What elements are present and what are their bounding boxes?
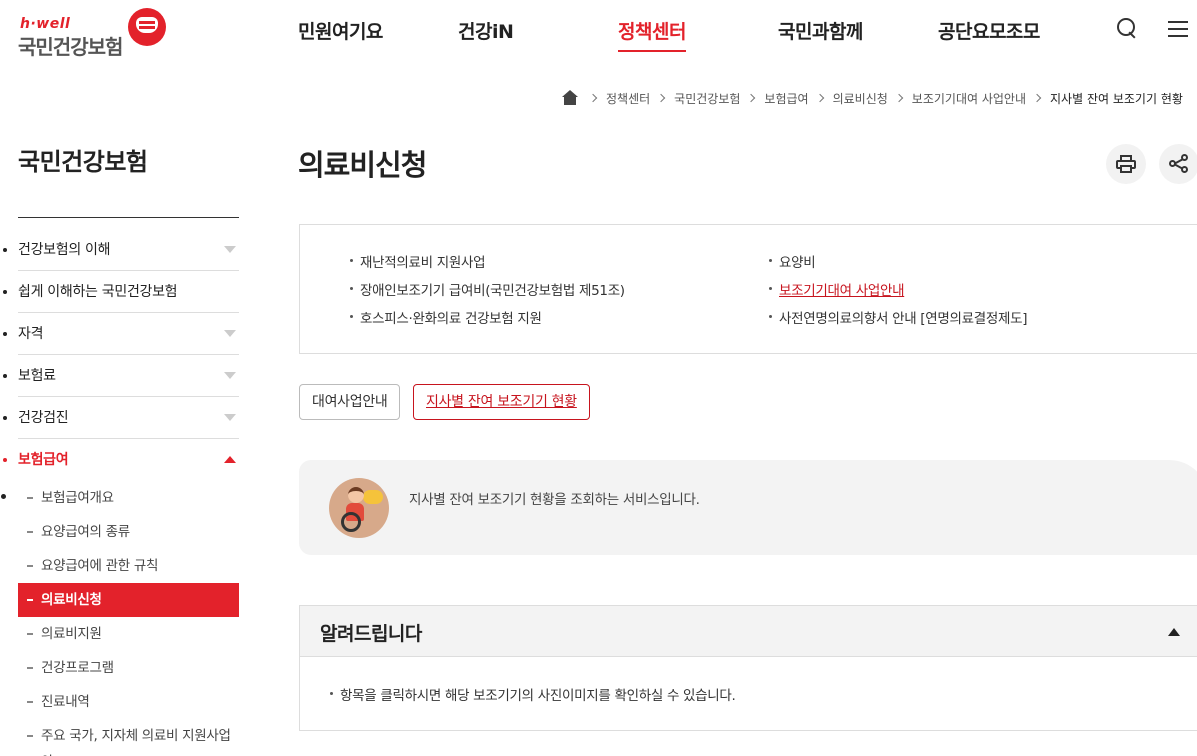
logo-tagline: h·well <box>20 16 71 32</box>
gnb-item-policy[interactable]: 정책센터 <box>618 17 686 52</box>
gnb-item-about[interactable]: 공단요모조모 <box>938 17 1040 44</box>
submenu-item[interactable]: 주요 국가, 지자체 의료비 지원사업 <box>18 719 239 753</box>
chevron-right-icon <box>894 93 904 103</box>
service-info-box: 지사별 잔여 보조기기 현황을 조회하는 서비스입니다. <box>299 460 1197 555</box>
related-link[interactable]: 호스피스·완화의료 건강보험 지원 <box>348 307 625 335</box>
related-link[interactable]: 장애인보조기기 급여비(국민건강보험법 제51조) <box>348 279 625 307</box>
related-links-box: 재난적의료비 지원사업 장애인보조기기 급여비(국민건강보험법 제51조) 호스… <box>299 224 1197 354</box>
submenu-item[interactable]: 보험급여개요 <box>18 481 239 515</box>
submenu-item[interactable]: 진료내역 <box>18 685 239 719</box>
notice-accordion-body: 항목을 클릭하시면 해당 보조기기의 사진이미지를 확인하실 수 있습니다. <box>299 657 1197 731</box>
sidebar-item-label: 자격 <box>18 326 44 342</box>
chevron-right-icon <box>815 93 824 103</box>
sidebar-title: 국민건강보험 <box>18 148 148 176</box>
caret-up-icon[interactable] <box>1168 628 1180 636</box>
breadcrumb-item[interactable]: 보조기기대여 사업안내 <box>912 90 1026 107</box>
tab-rental-guide[interactable]: 대여사업안내 <box>299 384 401 420</box>
sidebar-item-label: 쉽게 이해하는 국민건강보험 <box>18 284 178 300</box>
logo-text: 국민건강보험 <box>18 35 123 59</box>
sidebar-item-checkup[interactable]: 건강검진 <box>18 397 239 439</box>
logo-mark-icon <box>128 8 166 46</box>
gnb-item-civil[interactable]: 민원여기요 <box>298 17 383 44</box>
submenu-item-active[interactable]: 의료비신청 <box>18 583 239 617</box>
notice-accordion-header[interactable]: 알려드립니다 <box>299 605 1197 657</box>
chevron-down-icon <box>224 414 236 421</box>
sidebar-item-label: 보험급여 <box>18 452 69 468</box>
breadcrumb-item[interactable]: 정책센터 <box>606 90 650 107</box>
wheelchair-user-icon <box>329 478 389 538</box>
page-title: 의료비신청 <box>298 148 427 182</box>
breadcrumb-current[interactable]: 지사별 잔여 보조기기 현황 <box>1050 90 1183 107</box>
chevron-right-icon <box>1032 93 1042 103</box>
chevron-right-icon <box>656 93 666 103</box>
chevron-right-icon <box>747 93 756 103</box>
print-button[interactable] <box>1106 144 1146 184</box>
related-link[interactable]: 재난적의료비 지원사업 <box>348 251 625 279</box>
chevron-right-icon <box>588 93 598 103</box>
gnb-item-together[interactable]: 국민과함께 <box>778 17 863 44</box>
submenu-item[interactable]: 의료비지원 <box>18 617 239 651</box>
sidebar-item-label: 보험료 <box>18 368 56 384</box>
related-links-left: 재난적의료비 지원사업 장애인보조기기 급여비(국민건강보험법 제51조) 호스… <box>348 251 625 335</box>
related-link-active[interactable]: 보조기기대여 사업안내 <box>767 279 1027 307</box>
notice-text: 항목을 클릭하시면 해당 보조기기의 사진이미지를 확인하실 수 있습니다. <box>330 684 736 704</box>
chevron-down-icon <box>224 246 236 253</box>
breadcrumb: 정책센터 국민건강보험 보험급여 의료비신청 보조기기대여 사업안내 지사별 잔… <box>562 88 1183 108</box>
related-link[interactable]: 요양비 <box>767 251 1027 279</box>
sidebar-divider <box>18 217 239 218</box>
gnb-item-health-in[interactable]: 건강iN <box>458 17 514 44</box>
notice-title: 알려드립니다 <box>320 623 422 645</box>
submenu-item[interactable]: 요양급여에 관한 규칙 <box>18 549 239 583</box>
tab-branch-inventory[interactable]: 지사별 잔여 보조기기 현황 <box>413 384 590 420</box>
sidebar-item-benefits[interactable]: 보험급여 <box>18 439 239 481</box>
service-description: 지사별 잔여 보조기기 현황을 조회하는 서비스입니다. <box>409 492 700 508</box>
sidebar-submenu: 보험급여개요 요양급여의 종류 요양급여에 관한 규칙 의료비신청 의료비지원 … <box>18 481 239 756</box>
sidebar-item-easy-guide[interactable]: 쉽게 이해하는 국민건강보험 <box>18 271 239 313</box>
sidebar-item-understanding[interactable]: 건강보험의 이해 <box>18 229 239 271</box>
breadcrumb-item[interactable]: 보험급여 <box>764 90 808 107</box>
chevron-down-icon <box>224 330 236 337</box>
site-logo[interactable]: h·well 국민건강보험 <box>18 8 168 59</box>
submenu-item[interactable]: 요양급여의 종류 <box>18 515 239 549</box>
breadcrumb-item[interactable]: 의료비신청 <box>833 90 888 107</box>
breadcrumb-item[interactable]: 국민건강보험 <box>674 90 740 107</box>
related-link[interactable]: 사전연명의료의향서 안내 [연명의료결정제도] <box>767 307 1028 335</box>
chevron-down-icon <box>224 372 236 379</box>
related-links-right: 요양비 보조기기대여 사업안내 사전연명의료의향서 안내 [연명의료결정제도] <box>767 251 1028 335</box>
sidebar-item-label: 건강보험의 이해 <box>18 242 111 258</box>
sidebar-item-premium[interactable]: 보험료 <box>18 355 239 397</box>
share-button[interactable] <box>1159 144 1197 184</box>
sidebar-nav: 건강보험의 이해 쉽게 이해하는 국민건강보험 자격 보험료 건강검진 보험급여… <box>18 229 239 756</box>
chevron-up-icon <box>224 456 236 463</box>
home-icon[interactable] <box>562 90 578 106</box>
sidebar-item-eligibility[interactable]: 자격 <box>18 313 239 355</box>
submenu-item[interactable]: 건강프로그램 <box>18 651 239 685</box>
share-icon <box>1169 154 1189 174</box>
sidebar-item-label: 건강검진 <box>18 410 69 426</box>
print-icon <box>1116 154 1136 174</box>
menu-icon[interactable] <box>1165 16 1191 42</box>
search-icon[interactable] <box>1114 16 1140 42</box>
